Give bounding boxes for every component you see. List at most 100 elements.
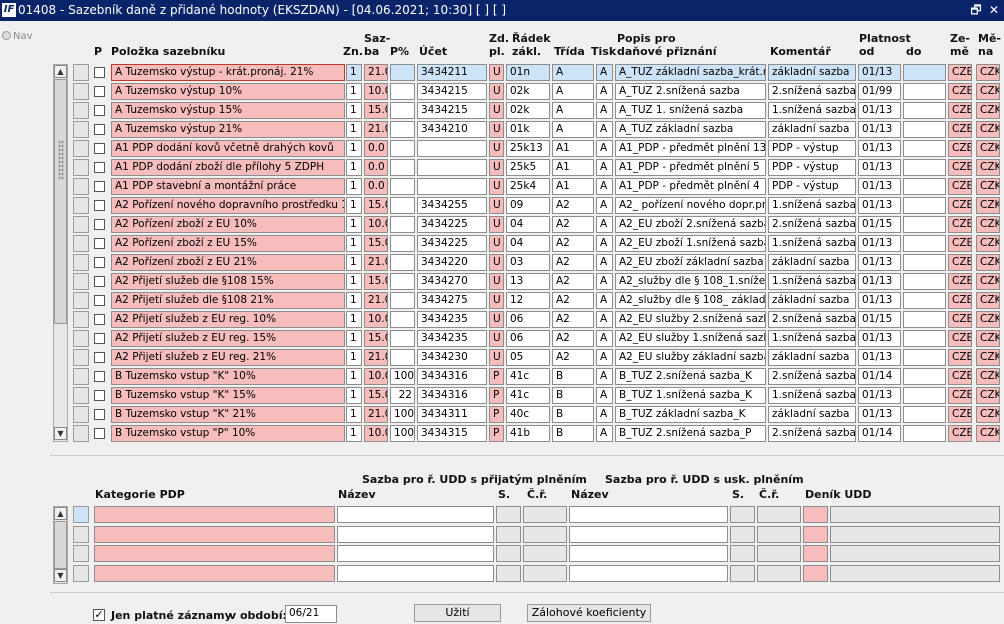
cell-popis[interactable]: B_TUZ 1.snížená sazba_K <box>615 387 766 404</box>
row-p-checkbox[interactable] <box>94 200 105 211</box>
cell-radek[interactable]: 06 <box>506 311 550 328</box>
cell-polozka[interactable]: A Tuzemsko výstup - krát.pronáj. 21% <box>111 64 345 81</box>
cell-sazba[interactable]: 0.0 <box>364 159 388 176</box>
cell-sazba[interactable]: 15.0 <box>364 102 388 119</box>
row-selector[interactable] <box>73 311 89 328</box>
cell-ucet[interactable]: 3434235 <box>417 311 487 328</box>
cell-popis[interactable]: A_TUZ základní sazba <box>615 121 766 138</box>
period-input[interactable]: 06/21 <box>285 605 337 623</box>
cell-radek[interactable]: 05 <box>506 349 550 366</box>
row-p-checkbox[interactable] <box>94 67 105 78</box>
cell-komentar[interactable]: 1.snížená sazba <box>768 235 856 252</box>
cell-komentar[interactable]: základní sazba <box>768 254 856 271</box>
cell-od[interactable]: 01/14 <box>858 425 901 442</box>
cell-zeme[interactable]: CZE <box>948 273 972 290</box>
cell-od[interactable]: 01/13 <box>858 330 901 347</box>
cell-nazev-prijaty[interactable] <box>337 545 494 562</box>
cell-trida[interactable]: A <box>552 83 594 100</box>
cell-trida[interactable]: A2 <box>552 292 594 309</box>
cell-zd[interactable]: U <box>489 178 504 195</box>
cell-zeme[interactable]: CZE <box>948 254 972 271</box>
vertical-scrollbar[interactable]: ▲ ▼ <box>53 64 68 442</box>
cell-trida[interactable]: B <box>552 406 594 423</box>
cell-radek[interactable]: 03 <box>506 254 550 271</box>
cell-zd[interactable]: U <box>489 102 504 119</box>
cell-zeme[interactable]: CZE <box>948 102 972 119</box>
row-selector[interactable] <box>73 425 89 442</box>
cell-popis[interactable]: A_TUZ 2.snížená sazba <box>615 83 766 100</box>
cell-popis[interactable]: A1_PDP - předmět plnění 4 <box>615 178 766 195</box>
cell-popis[interactable]: A2_služby dle § 108_ základní <box>615 292 766 309</box>
cell-zn[interactable]: 1 <box>346 330 362 347</box>
cell-procent[interactable]: 100 <box>390 368 415 385</box>
cell-komentar[interactable]: PDP - výstup <box>768 159 856 176</box>
cell-tisk[interactable]: A <box>596 197 613 214</box>
cell-nazev-usk[interactable] <box>569 506 728 523</box>
scroll-down-icon[interactable]: ▼ <box>54 427 67 440</box>
cell-denik[interactable] <box>803 545 828 562</box>
cell-zd[interactable]: P <box>489 406 504 423</box>
cell-polozka[interactable]: B Tuzemsko vstup "K" 15% <box>111 387 345 404</box>
row-p-checkbox[interactable] <box>94 352 105 363</box>
cell-s-usk[interactable] <box>730 525 755 543</box>
cell-trida[interactable]: A2 <box>552 216 594 233</box>
cell-procent[interactable] <box>390 102 415 119</box>
cell-s-prijaty[interactable] <box>496 506 521 523</box>
cell-procent[interactable] <box>390 330 415 347</box>
cell-tisk[interactable]: A <box>596 330 613 347</box>
cell-cr-prijaty[interactable] <box>523 506 567 523</box>
cell-polozka[interactable]: A2 Přijetí služeb dle §108 21% <box>111 292 345 309</box>
cell-ucet[interactable]: 3434230 <box>417 349 487 366</box>
cell-zeme[interactable]: CZE <box>948 216 972 233</box>
cell-ucet[interactable]: 3434311 <box>417 406 487 423</box>
cell-ucet[interactable]: 3434235 <box>417 330 487 347</box>
cell-komentar[interactable]: základní sazba <box>768 292 856 309</box>
cell-radek[interactable]: 25k5 <box>506 159 550 176</box>
cell-tisk[interactable]: A <box>596 349 613 366</box>
row-p-checkbox[interactable] <box>94 105 105 116</box>
cell-mena[interactable]: CZK <box>976 406 1000 423</box>
cell-mena[interactable]: CZK <box>976 64 1000 81</box>
cell-mena[interactable]: CZK <box>976 121 1000 138</box>
row-selector[interactable] <box>73 159 89 176</box>
cell-sazba[interactable]: 21.0 <box>364 64 388 81</box>
cell-radek[interactable]: 13 <box>506 273 550 290</box>
row-selector[interactable] <box>73 121 89 138</box>
cell-zn[interactable]: 1 <box>346 121 362 138</box>
cell-od[interactable]: 01/13 <box>858 254 901 271</box>
cell-mena[interactable]: CZK <box>976 178 1000 195</box>
cell-tisk[interactable]: A <box>596 178 613 195</box>
row-p-checkbox[interactable] <box>94 238 105 249</box>
cell-sazba[interactable]: 21.0 <box>364 254 388 271</box>
cell-ucet[interactable]: 3434215 <box>417 83 487 100</box>
scroll-up-icon[interactable]: ▲ <box>54 507 67 520</box>
row-selector[interactable] <box>73 349 89 366</box>
cell-ucet[interactable]: 3434316 <box>417 368 487 385</box>
row-p-checkbox[interactable] <box>94 390 105 401</box>
cell-trida[interactable]: A2 <box>552 254 594 271</box>
cell-zeme[interactable]: CZE <box>948 330 972 347</box>
cell-kategorie[interactable] <box>94 545 335 562</box>
cell-od[interactable]: 01/13 <box>858 64 901 81</box>
cell-denik[interactable] <box>803 525 828 543</box>
cell-sazba[interactable]: 15.0 <box>364 197 388 214</box>
cell-zn[interactable]: 1 <box>346 140 362 157</box>
cell-od[interactable]: 01/13 <box>858 197 901 214</box>
cell-sazba[interactable]: 15.0 <box>364 330 388 347</box>
cell-tisk[interactable]: A <box>596 254 613 271</box>
cell-denik-nazev[interactable] <box>830 525 1000 543</box>
cell-komentar[interactable]: 2.snížená sazba <box>768 83 856 100</box>
cell-denik-nazev[interactable] <box>830 564 1000 582</box>
cell-popis[interactable]: A2_EU zboží 2.snížená sazba <box>615 216 766 233</box>
cell-popis[interactable]: B_TUZ 2.snížená sazba_K <box>615 368 766 385</box>
cell-procent[interactable]: 100 <box>390 406 415 423</box>
cell-popis[interactable]: A_TUZ 1. snížená sazba <box>615 102 766 119</box>
row-selector[interactable] <box>73 197 89 214</box>
cell-ucet[interactable]: 3434225 <box>417 216 487 233</box>
cell-mena[interactable]: CZK <box>976 159 1000 176</box>
cell-od[interactable]: 01/13 <box>858 292 901 309</box>
cell-mena[interactable]: CZK <box>976 254 1000 271</box>
cell-do[interactable] <box>903 216 946 233</box>
cell-sazba[interactable]: 21.0 <box>364 349 388 366</box>
cell-mena[interactable]: CZK <box>976 197 1000 214</box>
